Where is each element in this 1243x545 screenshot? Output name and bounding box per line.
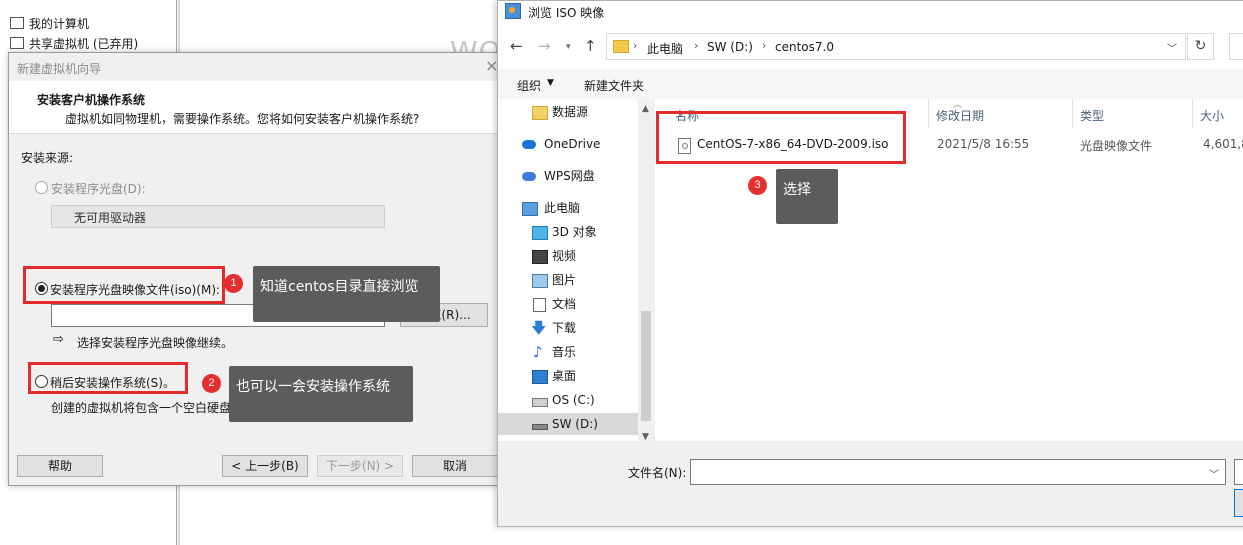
nav-item-pictures[interactable]: 图片 [498, 269, 638, 291]
new-folder-button[interactable]: 新建文件夹 [584, 77, 644, 94]
file-type-filter[interactable] [1234, 459, 1243, 485]
install-source-label: 安装来源: [21, 151, 74, 165]
chevron-up-icon[interactable]: ▲ [642, 104, 649, 114]
file-type: 光盘映像文件 [1080, 139, 1153, 153]
nav-item-wps-cloud[interactable]: WPS网盘 [498, 165, 638, 187]
folder-icon [613, 40, 629, 53]
forward-arrow-icon[interactable]: → [538, 37, 551, 55]
browse-iso-dialog: 浏览 ISO 映像 ← → ▾ ↑ › 此电脑 › SW (D:) › cent… [497, 0, 1243, 527]
desktop-icon [532, 370, 548, 384]
address-bar[interactable]: › 此电脑 › SW (D:) › centos7.0 ﹀ [606, 33, 1186, 60]
organize-button[interactable]: 组织 [517, 77, 541, 94]
drive-icon [532, 424, 548, 430]
nav-item-downloads[interactable]: 🡇 下载 [498, 317, 638, 339]
annotation-text-2: 也可以一会安装操作系统 [236, 379, 390, 395]
annotation-tooltip-1: 知道centos目录直接浏览 [253, 266, 440, 322]
drive-select[interactable]: 无可用驱动器 ﹀ [51, 205, 385, 228]
dialog-title: 浏览 ISO 映像 [528, 6, 605, 20]
folder-icon [532, 106, 548, 120]
document-icon [533, 298, 546, 312]
radio-installer-disc[interactable] [35, 181, 48, 194]
wizard-heading: 安装客户机操作系统 [37, 93, 146, 107]
filename-input[interactable]: ﹀ [690, 459, 1226, 485]
nav-item-music[interactable]: ♪ 音乐 [498, 341, 638, 363]
column-divider[interactable] [928, 99, 929, 129]
breadcrumb-separator-icon: › [633, 39, 638, 52]
tree-item-shared-vms[interactable]: 共享虚拟机 (已弃用) [10, 35, 138, 53]
vmware-app-icon [505, 3, 521, 19]
tree-item-my-computer[interactable]: 我的计算机 [10, 15, 89, 33]
file-size: 4,601,8 [1203, 137, 1243, 151]
refresh-icon[interactable]: ↻ [1187, 33, 1214, 60]
open-button[interactable] [1234, 489, 1243, 517]
navigation-bar: ← → ▾ ↑ › 此电脑 › SW (D:) › centos7.0 ﹀ ↻ [498, 23, 1243, 69]
download-icon: 🡇 [531, 319, 547, 337]
help-button[interactable]: 帮助 [17, 455, 103, 477]
search-input[interactable] [1229, 33, 1243, 60]
computer-icon [522, 202, 538, 216]
computer-icon [10, 17, 24, 29]
music-icon: ♪ [533, 343, 543, 361]
nav-item-3d-objects[interactable]: 3D 对象 [498, 221, 638, 243]
nav-item-desktop[interactable]: 桌面 [498, 365, 638, 387]
column-header-modified[interactable]: 修改日期 [936, 107, 984, 124]
breadcrumb-separator-icon: › [694, 39, 699, 52]
column-divider[interactable] [1192, 99, 1193, 129]
highlight-iso-option [23, 266, 225, 304]
up-arrow-icon[interactable]: ↑ [584, 37, 597, 55]
chevron-down-icon[interactable]: ﹀ [1209, 466, 1219, 481]
back-button[interactable]: < 上一步(B) [222, 455, 308, 477]
column-header-size[interactable]: 大小 [1200, 107, 1224, 124]
highlight-iso-file [656, 111, 906, 164]
nav-scrollbar-thumb[interactable] [641, 311, 651, 421]
cube-icon [532, 226, 548, 240]
annotation-text-3: 选择 [783, 182, 811, 198]
back-arrow-icon[interactable]: ← [510, 37, 523, 55]
column-divider[interactable] [1072, 99, 1073, 129]
navigation-pane: 数据源 OneDrive WPS网盘 此电脑 3D 对象 视频 图片 文档 🡇 … [498, 99, 638, 441]
file-modified: 2021/5/8 16:55 [937, 137, 1030, 151]
cloud-icon [522, 140, 536, 149]
annotation-badge-1: 1 [224, 274, 243, 293]
iso-hint-text: 选择安装程序光盘映像继续。 [77, 336, 234, 350]
shared-vm-icon [10, 37, 24, 49]
annotation-tooltip-2: 也可以一会安装操作系统 [229, 366, 413, 422]
nav-item-this-pc[interactable]: 此电脑 [498, 197, 638, 219]
nav-item-sw-d[interactable]: SW (D:) [498, 413, 638, 435]
nav-item-os-c[interactable]: OS (C:) [498, 389, 638, 411]
command-bar: 组织 ▼ 新建文件夹 [498, 69, 1243, 100]
wizard-header: 安装客户机操作系统 虚拟机如同物理机，需要操作系统。您将如何安装客户机操作系统? [9, 81, 509, 134]
picture-icon [532, 274, 548, 288]
breadcrumb-centos7[interactable]: centos7.0 [775, 40, 834, 54]
video-icon [532, 250, 548, 264]
recent-locations-chevron-icon[interactable]: ▾ [566, 42, 571, 52]
nav-item-documents[interactable]: 文档 [498, 293, 638, 315]
cancel-button[interactable]: 取消 [412, 455, 498, 477]
arrow-right-icon: ⇨ [53, 332, 64, 347]
filename-label: 文件名(N): [628, 466, 687, 480]
chevron-down-icon[interactable]: ▼ [547, 78, 554, 88]
dialog-titlebar: 浏览 ISO 映像 [498, 1, 1243, 23]
install-later-hint: 创建的虚拟机将包含一个空白硬盘。 [51, 401, 244, 415]
breadcrumb-separator-icon: › [762, 39, 767, 52]
column-header-type[interactable]: 类型 [1080, 107, 1104, 124]
nav-item-onedrive[interactable]: OneDrive [498, 133, 638, 155]
chevron-down-icon[interactable]: ﹀ [1167, 40, 1177, 55]
installer-disc-label[interactable]: 安装程序光盘(D): [51, 180, 146, 197]
breadcrumb-sw-drive[interactable]: SW (D:) [707, 40, 753, 54]
nav-item-data-source[interactable]: 数据源 [498, 101, 638, 123]
nav-item-videos[interactable]: 视频 [498, 245, 638, 267]
wizard-title: 新建虚拟机向导 [17, 62, 102, 76]
annotation-text-1: 知道centos目录直接浏览 [260, 279, 419, 295]
next-button[interactable]: 下一步(N) > [317, 455, 403, 477]
chevron-down-icon: ﹀ [74, 213, 84, 224]
highlight-install-later [28, 362, 188, 394]
annotation-badge-2: 2 [202, 374, 221, 393]
wps-cloud-icon [522, 172, 536, 181]
wizard-subheading: 虚拟机如同物理机，需要操作系统。您将如何安装客户机操作系统? [65, 112, 420, 126]
annotation-badge-3: 3 [748, 176, 767, 195]
breadcrumb-this-pc[interactable]: 此电脑 [647, 40, 683, 57]
annotation-tooltip-3: 选择 [776, 169, 838, 224]
drive-icon [532, 398, 548, 407]
